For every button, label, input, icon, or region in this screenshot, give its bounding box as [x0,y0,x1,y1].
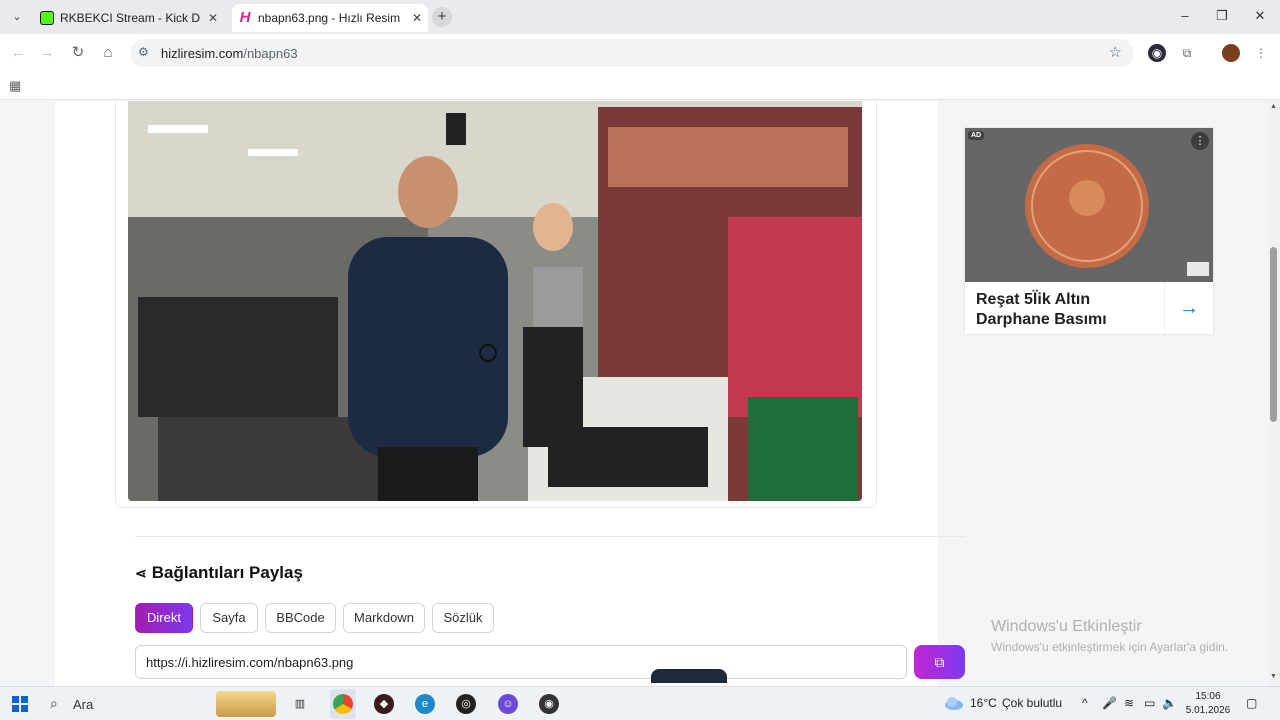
windows-start-icon[interactable] [12,696,28,712]
clock-time: 15:06 [1195,691,1221,702]
tab-sozluk[interactable]: Sözlük [432,603,494,633]
apps-grid-icon[interactable]: ▦ [9,78,21,94]
page-viewport: ⋖ Bağlantıları Paylaş Direkt Sayfa BBCode… [0,101,1280,686]
tab-close-icon[interactable]: ✕ [208,4,218,32]
tab-title: nbapn63.png - Hızlı Resim [258,11,401,25]
uploaded-image[interactable] [128,101,862,501]
copy-link-button[interactable]: ⧉ [914,645,965,679]
tab-kick-dashboard[interactable]: RKBEKCI Stream - Kick Dashboard ✕ [34,4,224,32]
task-view-icon[interactable]: ▥ [290,694,310,714]
search-icon: ⌕ [50,695,58,711]
new-tab-button[interactable]: + [432,7,452,27]
window-close-icon[interactable]: ✕ [1250,8,1270,24]
forward-arrow-icon[interactable]: → [37,43,57,63]
watermark-title: Windows'u Etkinleştir [991,618,1142,635]
site-settings-icon[interactable]: ⚙ [138,45,149,59]
extension-icon[interactable]: ◉ [1148,44,1166,62]
windows-activation-watermark: Windows'u Etkinleştir Windows'u etkinleş… [991,618,1228,654]
tab-title: RKBEKCI Stream - Kick Dashboard [60,11,200,25]
profile-avatar[interactable] [1222,44,1240,62]
reload-icon[interactable]: ↻ [68,43,88,63]
system-clock[interactable]: 15:06 5.01.2026 [1184,690,1232,718]
notifications-icon[interactable]: ▢ [1246,696,1257,710]
microphone-icon[interactable]: 🎤 [1102,696,1117,710]
tray-chevron-icon[interactable]: ^ [1082,696,1088,710]
page-scrollbar[interactable]: ▲ ▼ [1268,101,1280,686]
maximize-icon[interactable]: ❐ [1212,8,1232,24]
copy-icon: ⧉ [934,654,945,670]
content-card: ⋖ Bağlantıları Paylaş Direkt Sayfa BBCode… [55,101,965,686]
ad-image[interactable]: AD ⋮ [965,128,1213,282]
discord-icon[interactable]: ☺ [498,694,518,714]
bookmark-star-icon[interactable]: ☆ [1109,43,1122,61]
scroll-up-icon[interactable]: ▲ [1270,103,1277,110]
scroll-thumb[interactable] [1270,247,1277,422]
tab-close-icon[interactable]: ✕ [412,4,422,32]
advertisement[interactable]: AD ⋮ Reşat 5l̈ik Altın Darphane Basımı → [965,128,1213,334]
share-link-field[interactable]: https://i.hizliresim.com/nbapn63.png [135,645,907,679]
app-icon-record[interactable]: ◉ [539,694,559,714]
address-bar[interactable]: ⚙ hizliresim.com/nbapn63 ☆ [130,39,1134,67]
tab-search-chevron-icon[interactable]: ⌄ [8,8,26,26]
kick-favicon-icon [40,11,54,25]
volume-icon[interactable]: 🔈 [1162,696,1177,710]
share-icon: ⋖ [135,565,147,581]
clock-date: 5.01.2026 [1185,705,1231,716]
minimize-icon[interactable]: – [1175,8,1195,23]
ad-arrow-icon[interactable]: → [1164,282,1213,334]
back-arrow-icon[interactable]: ← [8,43,28,63]
ad-badge: AD [968,131,985,140]
browser-tabstrip: ⌄ RKBEKCI Stream - Kick Dashboard ✕ H nb… [0,0,1280,34]
search-text: Ara [73,697,94,712]
floating-action-tab[interactable] [651,669,727,683]
windows-taskbar: ⌕ Ara ▥ ◆ e ◎ ☺ ◉ 16°C Çok bulutlu ^ 🎤 ≋… [0,686,1280,720]
ad-title[interactable]: Reşat 5l̈ik Altın Darphane Basımı [976,290,1156,330]
scroll-down-icon[interactable]: ▼ [1270,673,1277,680]
search-highlight-image [216,691,276,717]
chrome-icon[interactable] [333,694,353,714]
bookmarks-bar: ▦ [0,72,1280,100]
extensions-puzzle-icon[interactable]: ⧉ [1178,44,1196,62]
section-divider [135,536,965,537]
home-icon[interactable]: ⌂ [98,43,118,63]
ad-more-options-icon[interactable]: ⋮ [1191,132,1209,150]
cloud-weather-icon [945,697,963,710]
tab-markdown[interactable]: Markdown [343,603,425,633]
more-menu-icon[interactable]: ⋮ [1252,44,1270,62]
watermark-subtitle: Windows'u etkinleştirmek için Ayarlar'a … [991,640,1229,654]
weather-description[interactable]: Çok bulutlu [1002,696,1062,710]
weather-temperature[interactable]: 16°C [970,696,997,710]
tab-direkt[interactable]: Direkt [135,603,193,633]
address-url: hizliresim.com/nbapn63 [161,46,298,61]
tab-sayfa[interactable]: Sayfa [200,603,258,633]
wifi-icon[interactable]: ≋ [1124,696,1134,710]
tab-bbcode[interactable]: BBCode [265,603,336,633]
edge-icon[interactable]: e [415,694,435,714]
battery-icon[interactable]: ▭ [1144,696,1155,710]
hizliresim-favicon-icon: H [239,9,251,26]
app-icon-dark[interactable]: ◎ [456,694,476,714]
share-links-heading: ⋖ Bağlantıları Paylaş [135,563,303,582]
browser-toolbar: ← → ↻ ⌂ ⚙ hizliresim.com/nbapn63 ☆ ◉ ⧉ ⋮ [0,34,1280,72]
tab-hizliresim[interactable]: H nbapn63.png - Hızlı Resim ✕ [232,4,428,32]
taskbar-search[interactable]: ⌕ Ara [40,691,280,717]
app-icon-red[interactable]: ◆ [374,694,394,714]
